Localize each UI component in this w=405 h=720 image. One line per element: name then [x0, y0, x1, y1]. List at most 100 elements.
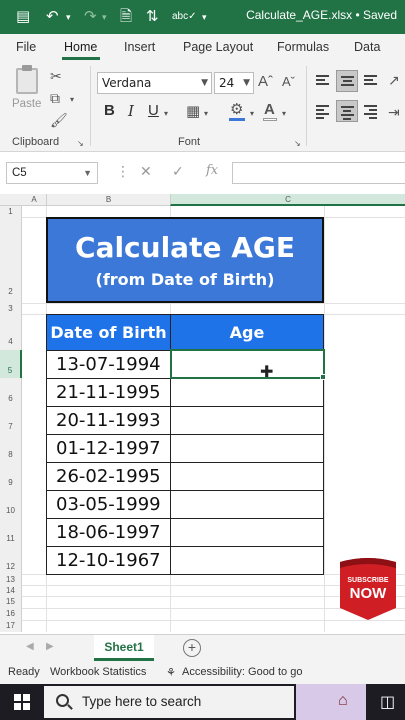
- age-cell[interactable]: [170, 434, 324, 463]
- paste-button-label[interactable]: Paste: [12, 98, 41, 110]
- print-preview-icon[interactable]: 🗎: [120, 7, 132, 27]
- sheet-tab-sheet1[interactable]: Sheet1: [94, 635, 154, 661]
- font-launcher-icon[interactable]: ↘: [294, 136, 301, 152]
- taskbar-search-box[interactable]: Type here to search: [44, 686, 294, 718]
- accessibility-status[interactable]: Accessibility: Good to go: [182, 666, 302, 678]
- redo-icon[interactable]: ↷: [84, 7, 97, 27]
- fill-color-icon[interactable]: ⚙: [230, 102, 243, 118]
- borders-dropdown-icon[interactable]: ▾: [204, 106, 208, 122]
- add-sheet-icon[interactable]: +: [183, 639, 201, 657]
- column-header-a[interactable]: A: [22, 194, 46, 206]
- row-header-13[interactable]: 13: [0, 574, 22, 585]
- italic-button[interactable]: I: [128, 102, 134, 120]
- tab-formulas[interactable]: Formulas: [277, 40, 329, 54]
- underline-button[interactable]: U: [148, 102, 159, 119]
- borders-icon[interactable]: ▦: [186, 104, 200, 120]
- autosave-icon[interactable]: ▤: [16, 7, 30, 27]
- row-header-7[interactable]: 7: [0, 406, 22, 434]
- tab-file[interactable]: File: [16, 40, 36, 54]
- row-header-4[interactable]: 4: [0, 314, 22, 350]
- formula-input[interactable]: [232, 162, 405, 184]
- underline-dropdown-icon[interactable]: ▾: [164, 106, 168, 122]
- age-cell[interactable]: [170, 518, 324, 547]
- header-date-of-birth[interactable]: Date of Birth: [46, 314, 171, 351]
- age-cell[interactable]: [170, 378, 324, 407]
- align-middle-button[interactable]: [336, 70, 358, 92]
- font-size-select[interactable]: 24 ▼: [214, 72, 254, 94]
- dob-cell[interactable]: 18-06-1997: [46, 518, 171, 547]
- title-banner[interactable]: Calculate AGE (from Date of Birth): [46, 217, 324, 303]
- tab-home[interactable]: Home: [64, 40, 97, 54]
- column-header-b[interactable]: B: [46, 194, 170, 206]
- align-center-button[interactable]: [336, 100, 358, 122]
- dob-cell[interactable]: 01-12-1997: [46, 434, 171, 463]
- fill-handle[interactable]: [320, 374, 326, 380]
- row-header-17[interactable]: 17: [0, 620, 22, 632]
- column-header-c[interactable]: C: [170, 194, 405, 206]
- subscribe-now-badge[interactable]: SUBSCRIBE NOW: [336, 556, 400, 622]
- dob-cell[interactable]: 03-05-1999: [46, 490, 171, 519]
- row-header-15[interactable]: 15: [0, 596, 22, 608]
- bold-button[interactable]: B: [104, 102, 115, 119]
- clipboard-launcher-icon[interactable]: ↘: [77, 136, 84, 152]
- age-cell[interactable]: [170, 490, 324, 519]
- fill-color-dropdown-icon[interactable]: ▾: [250, 106, 254, 122]
- decrease-font-icon[interactable]: Aˇ: [282, 74, 295, 90]
- enter-icon[interactable]: ✓: [172, 163, 184, 180]
- align-left-button[interactable]: [312, 100, 334, 122]
- undo-icon[interactable]: ↶: [46, 7, 59, 27]
- spelling-icon[interactable]: abc✓: [172, 7, 197, 27]
- format-painter-icon[interactable]: 🖌: [50, 112, 68, 128]
- indent-icon[interactable]: ⇥: [388, 104, 400, 120]
- row-header-8[interactable]: 8: [0, 434, 22, 462]
- row-header-2[interactable]: 2: [0, 217, 22, 303]
- sort-az-icon[interactable]: ⇅: [146, 7, 159, 27]
- tab-data[interactable]: Data: [354, 40, 380, 54]
- scroll-right-icon[interactable]: ▶: [46, 641, 54, 652]
- row-header-10[interactable]: 10: [0, 490, 22, 518]
- copy-icon[interactable]: ⧉: [50, 90, 60, 106]
- undo-dropdown-icon[interactable]: ▾: [66, 7, 71, 27]
- dob-cell[interactable]: 13-07-1994: [46, 350, 171, 379]
- name-box[interactable]: C5 ▼: [6, 162, 98, 184]
- increase-font-icon[interactable]: Aˆ: [258, 74, 273, 90]
- font-color-icon[interactable]: A: [264, 102, 275, 118]
- search-highlights-image[interactable]: [296, 684, 366, 720]
- select-all-corner[interactable]: [0, 194, 22, 206]
- row-header-16[interactable]: 16: [0, 608, 22, 620]
- copy-dropdown-icon[interactable]: ▾: [70, 92, 74, 108]
- font-name-select[interactable]: Verdana ▼: [97, 72, 212, 94]
- scroll-left-icon[interactable]: ◀: [26, 641, 34, 652]
- align-top-button[interactable]: [312, 70, 334, 92]
- align-right-button[interactable]: [360, 100, 382, 122]
- dob-cell[interactable]: 21-11-1995: [46, 378, 171, 407]
- windows-start-icon[interactable]: [14, 694, 30, 710]
- tab-page-layout[interactable]: Page Layout: [183, 40, 253, 54]
- row-header-12[interactable]: 12: [0, 546, 22, 574]
- row-header-3[interactable]: 3: [0, 303, 22, 314]
- row-header-5[interactable]: 5: [0, 350, 22, 378]
- row-header-11[interactable]: 11: [0, 518, 22, 546]
- row-header-1[interactable]: 1: [0, 206, 22, 217]
- align-bottom-button[interactable]: [360, 70, 382, 92]
- header-age[interactable]: Age: [170, 314, 324, 351]
- row-header-6[interactable]: 6: [0, 378, 22, 406]
- orientation-icon[interactable]: ↗: [388, 72, 400, 88]
- cut-icon[interactable]: ✂: [50, 68, 62, 84]
- task-view-icon[interactable]: ◫: [380, 692, 395, 712]
- redo-dropdown-icon[interactable]: ▾: [102, 7, 107, 27]
- workbook-statistics[interactable]: Workbook Statistics: [50, 666, 146, 678]
- row-header-9[interactable]: 9: [0, 462, 22, 490]
- cancel-icon[interactable]: ✕: [140, 163, 152, 180]
- font-color-dropdown-icon[interactable]: ▾: [282, 106, 286, 122]
- insert-function-icon[interactable]: fx: [206, 163, 218, 178]
- dob-cell[interactable]: 20-11-1993: [46, 406, 171, 435]
- customize-toolbar-icon[interactable]: ▾: [202, 7, 207, 27]
- age-cell[interactable]: [170, 546, 324, 575]
- tab-insert[interactable]: Insert: [124, 40, 155, 54]
- paste-icon[interactable]: [16, 68, 38, 94]
- age-cell[interactable]: [170, 462, 324, 491]
- age-cell[interactable]: [170, 406, 324, 435]
- dob-cell[interactable]: 12-10-1967: [46, 546, 171, 575]
- row-header-14[interactable]: 14: [0, 585, 22, 596]
